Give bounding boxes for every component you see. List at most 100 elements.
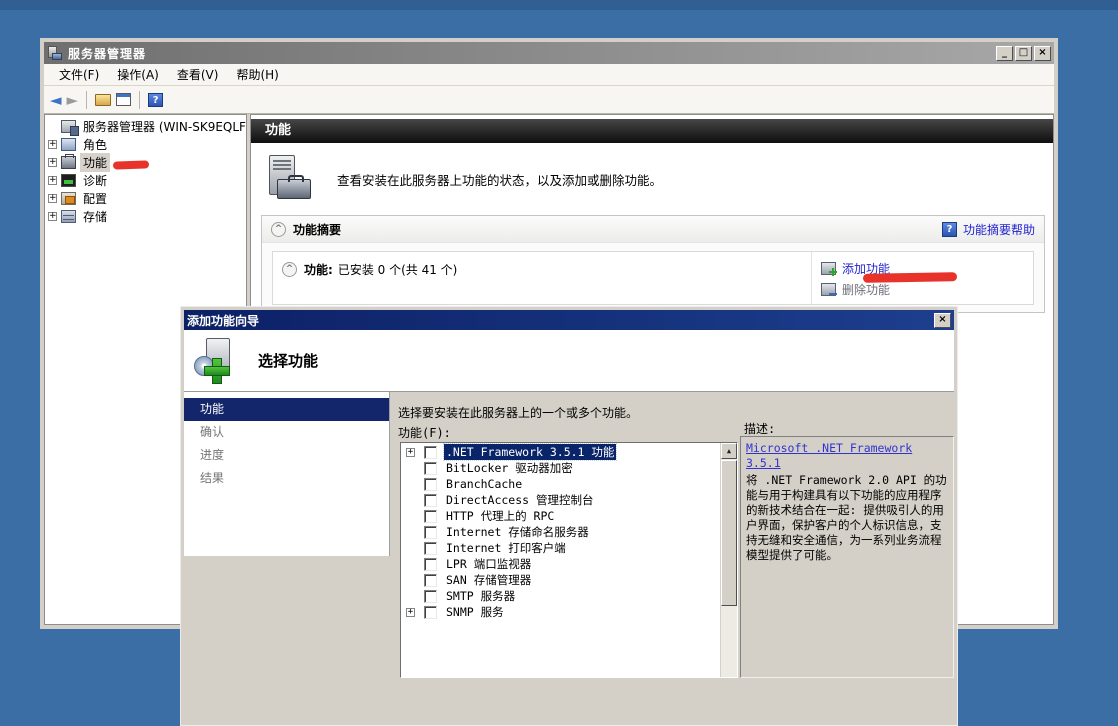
feature-checkbox[interactable] xyxy=(424,590,437,603)
scrollbar-thumb[interactable] xyxy=(721,460,737,606)
titlebar[interactable]: 服务器管理器 _ □ × xyxy=(44,42,1054,64)
feature-row[interactable]: SAN 存储管理器 xyxy=(401,572,720,588)
scroll-up-icon[interactable]: ▲ xyxy=(721,443,737,459)
feature-row[interactable]: BitLocker 驱动器加密 xyxy=(401,460,720,476)
features-summary-help-link[interactable]: ? 功能摘要帮助 xyxy=(942,221,1035,238)
feature-row[interactable]: + .NET Framework 3.5.1 功能 xyxy=(401,444,720,460)
feature-row[interactable]: Internet 打印客户端 xyxy=(401,540,720,556)
help-icon[interactable]: ? xyxy=(148,93,163,107)
console-window-icon[interactable] xyxy=(116,93,131,106)
toolbar-separator xyxy=(139,91,140,109)
wizard-step-features[interactable]: 功能 xyxy=(184,398,389,421)
intro-section: 查看安装在此服务器上功能的状态，以及添加或删除功能。 xyxy=(251,143,1053,215)
tree-item-label: 存储 xyxy=(80,207,110,226)
wizard-step-progress[interactable]: 进度 xyxy=(184,444,389,467)
features-icon xyxy=(61,156,76,169)
tree-item-configuration[interactable]: + 配置 xyxy=(45,189,246,207)
dialog-close-button[interactable]: × xyxy=(934,313,951,328)
feature-checkbox[interactable] xyxy=(424,526,437,539)
menu-bar: 文件(F) 操作(A) 查看(V) 帮助(H) xyxy=(44,64,1054,86)
feature-row[interactable]: LPR 端口监视器 xyxy=(401,556,720,572)
feature-label: Internet 存储命名服务器 xyxy=(444,524,591,540)
collapse-icon[interactable]: ^ xyxy=(282,262,297,277)
feature-row[interactable]: Internet 存储命名服务器 xyxy=(401,524,720,540)
tree-item-label: 诊断 xyxy=(80,171,110,190)
remove-features-link[interactable]: 删除功能 xyxy=(821,279,1033,300)
wizard-step-confirmation[interactable]: 确认 xyxy=(184,421,389,444)
feature-checkbox[interactable] xyxy=(424,446,437,459)
annotation-red-underline-add-features xyxy=(863,272,957,283)
help-icon: ? xyxy=(942,222,957,237)
menu-view[interactable]: 查看(V) xyxy=(168,65,228,85)
expand-icon[interactable]: + xyxy=(48,140,57,149)
feature-label: BranchCache xyxy=(444,477,524,491)
remove-features-icon xyxy=(821,283,836,296)
computer-icon xyxy=(61,120,76,133)
expand-icon[interactable]: + xyxy=(48,194,57,203)
show-console-tree-icon[interactable] xyxy=(95,94,111,106)
feature-label: .NET Framework 3.5.1 功能 xyxy=(444,444,616,460)
menu-action[interactable]: 操作(A) xyxy=(108,65,168,85)
diagnostics-icon xyxy=(61,174,76,187)
feature-row[interactable]: DirectAccess 管理控制台 xyxy=(401,492,720,508)
features-listbox[interactable]: + .NET Framework 3.5.1 功能 BitLocker 驱动器加… xyxy=(400,442,738,678)
feature-row[interactable]: HTTP 代理上的 RPC xyxy=(401,508,720,524)
add-feature-banner-icon xyxy=(194,338,236,384)
expand-icon[interactable]: + xyxy=(48,176,57,185)
tree-root-server-manager[interactable]: 服务器管理器 (WIN-SK9EQLFGIL xyxy=(45,117,246,135)
annotation-red-mark-features xyxy=(113,160,149,169)
add-features-wizard-dialog: 添加功能向导 × 选择功能 功能 确认 进度 结果 选择要安装在此服务器上的一个… xyxy=(180,306,958,726)
feature-label: Internet 打印客户端 xyxy=(444,540,568,556)
feature-row[interactable]: + SNMP 服务 xyxy=(401,604,720,620)
intro-text: 查看安装在此服务器上功能的状态，以及添加或删除功能。 xyxy=(337,170,662,189)
tree-root-label: 服务器管理器 (WIN-SK9EQLFGIL xyxy=(80,117,247,136)
expand-icon[interactable]: + xyxy=(48,212,57,221)
expand-icon[interactable]: + xyxy=(406,448,415,457)
add-features-icon xyxy=(821,262,836,275)
feature-row[interactable]: SMTP 服务器 xyxy=(401,588,720,604)
back-icon[interactable]: ◄ xyxy=(50,90,62,110)
feature-row[interactable]: BranchCache xyxy=(401,476,720,492)
tree-item-roles[interactable]: + 角色 xyxy=(45,135,246,153)
expand-icon[interactable]: + xyxy=(406,608,415,617)
expand-icon[interactable]: + xyxy=(48,158,57,167)
feature-checkbox[interactable] xyxy=(424,510,437,523)
wizard-step-results[interactable]: 结果 xyxy=(184,467,389,490)
desktop-top-strip xyxy=(0,0,1118,10)
dialog-titlebar[interactable]: 添加功能向导 × xyxy=(184,310,954,330)
feature-checkbox[interactable] xyxy=(424,558,437,571)
wizard-steps-nav: 功能 确认 进度 结果 xyxy=(184,392,390,556)
remove-features-label[interactable]: 删除功能 xyxy=(842,281,890,298)
tree-item-label: 配置 xyxy=(80,189,110,208)
minimize-button[interactable]: _ xyxy=(996,46,1013,61)
scrollbar[interactable]: ▲ xyxy=(720,443,737,677)
feature-label: LPR 端口监视器 xyxy=(444,556,533,572)
help-link-label[interactable]: 功能摘要帮助 xyxy=(963,221,1035,238)
toolbar-separator xyxy=(86,91,87,109)
window-title: 服务器管理器 xyxy=(68,45,994,62)
tree-item-storage[interactable]: + 存储 xyxy=(45,207,246,225)
feature-checkbox[interactable] xyxy=(424,574,437,587)
wizard-page-heading: 选择功能 xyxy=(258,350,318,371)
feature-checkbox[interactable] xyxy=(424,542,437,555)
collapse-icon[interactable]: ^ xyxy=(271,222,286,237)
forward-icon[interactable]: ► xyxy=(67,90,79,110)
features-summary-section: ^ 功能摘要 ? 功能摘要帮助 ^ 功能: 已安装 0 个(共 41 个) xyxy=(261,215,1045,313)
feature-label: SMTP 服务器 xyxy=(444,588,517,604)
dialog-title: 添加功能向导 xyxy=(187,312,932,329)
maximize-button[interactable]: □ xyxy=(1015,46,1032,61)
menu-help[interactable]: 帮助(H) xyxy=(227,65,287,85)
wizard-instruction: 选择要安装在此服务器上的一个或多个功能。 xyxy=(398,404,638,421)
tree-item-diagnostics[interactable]: + 诊断 xyxy=(45,171,246,189)
dialog-banner: 选择功能 xyxy=(184,330,954,392)
menu-file[interactable]: 文件(F) xyxy=(50,65,108,85)
storage-icon xyxy=(61,210,76,223)
close-button[interactable]: × xyxy=(1034,46,1051,61)
feature-checkbox[interactable] xyxy=(424,462,437,475)
feature-checkbox[interactable] xyxy=(424,494,437,507)
feature-checkbox[interactable] xyxy=(424,478,437,491)
page-title: 功能 xyxy=(251,119,1053,143)
features-summary-header: ^ 功能摘要 ? 功能摘要帮助 xyxy=(262,216,1044,243)
description-link[interactable]: Microsoft .NET Framework 3.5.1 xyxy=(746,441,948,471)
feature-checkbox[interactable] xyxy=(424,606,437,619)
